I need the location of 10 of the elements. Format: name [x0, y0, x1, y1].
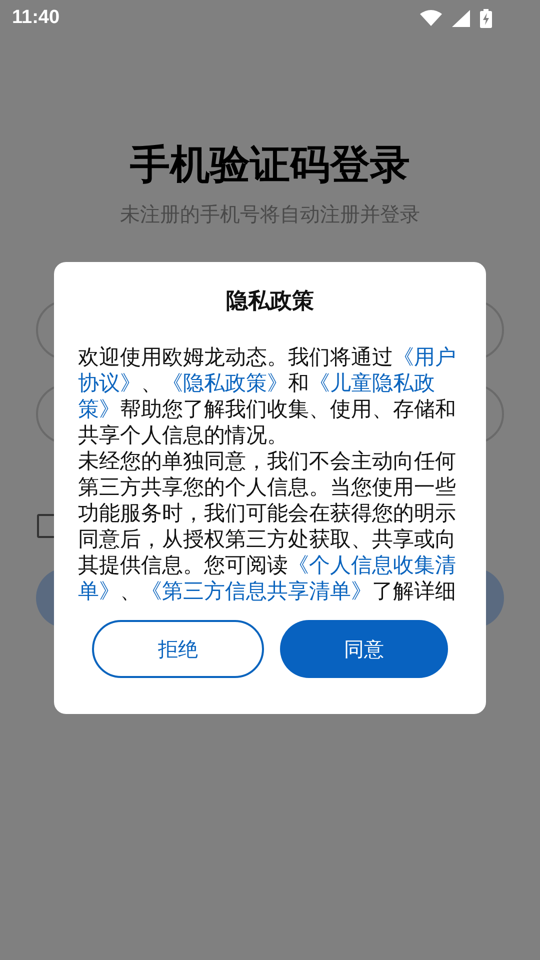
agree-button[interactable]: 同意 [280, 620, 448, 678]
decline-button[interactable]: 拒绝 [92, 620, 264, 678]
wifi-icon [420, 10, 442, 26]
policy-paragraph: 未经您的单独同意，我们不会主动向任何第三方共享您的个人信息。当您使用一些功能服务时，我们可能会在获得您的明示同意后，从授权第三方处获取、共享或向其提供信息。您可阅读《个人信息收集清单》、《第三方信息共享清单》了解详细 [78, 448, 457, 604]
battery-charging-icon [480, 8, 492, 28]
policy-paragraph: 欢迎使用欧姆龙动态。我们将通过《用户协议》、《隐私政策》和《儿童隐私政策》帮助您了解我们收集、使用、存储和共享个人信息的情况。 [78, 344, 457, 448]
signal-icon [452, 10, 470, 26]
page-title: 手机验证码登录 [130, 141, 410, 190]
dialog-title: 隐私政策 [225, 288, 315, 316]
status-time: 11:40 [12, 7, 60, 29]
